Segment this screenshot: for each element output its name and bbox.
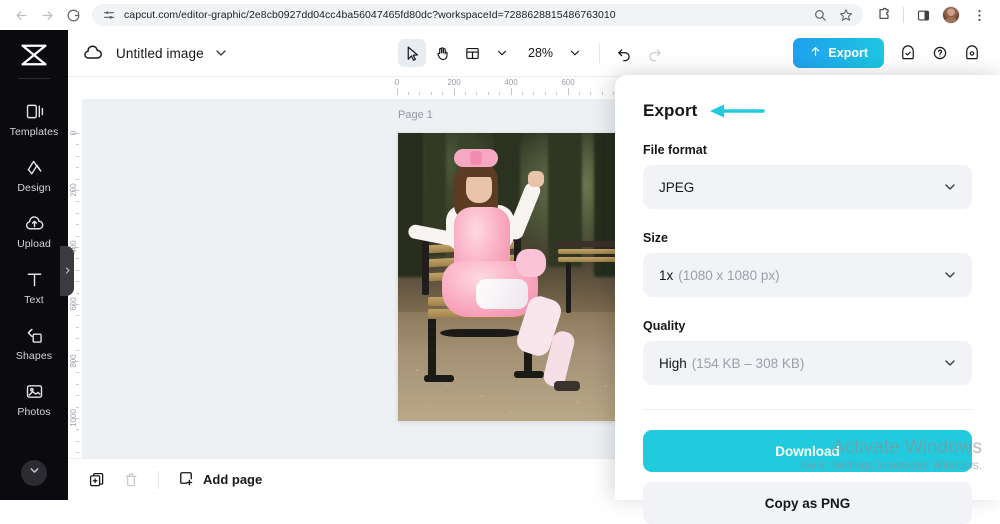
help-question-icon[interactable]: [926, 39, 954, 67]
layout-caret-button[interactable]: [488, 39, 516, 67]
export-panel: Export File format JPEG Size 1x (1080 x …: [615, 75, 1000, 500]
browser-toolbar: capcut.com/editor-graphic/2e8cb0927dd04c…: [0, 0, 1000, 30]
left-sidebar: Templates Design Upload Text Shapes: [0, 30, 68, 500]
size-select[interactable]: 1x (1080 x 1080 px): [643, 253, 972, 297]
page-label: Page 1: [398, 109, 433, 121]
trash-icon[interactable]: [116, 465, 146, 495]
sidebar-item-upload[interactable]: Upload: [0, 203, 68, 259]
editor-toolbar: Untitled image 28%: [68, 30, 1000, 77]
browser-actions: [871, 2, 992, 28]
chevron-down-icon: [942, 179, 958, 195]
size-value-detail: (1080 x 1080 px): [678, 268, 779, 283]
sidebar-item-label: Shapes: [16, 350, 52, 362]
panel-collapse-handle[interactable]: [60, 246, 74, 296]
templates-icon: [24, 101, 45, 122]
sidebar-item-label: Upload: [17, 238, 51, 250]
browser-divider: [903, 7, 904, 23]
sidebar-item-design[interactable]: Design: [0, 147, 68, 203]
file-format-value: JPEG: [659, 180, 694, 195]
add-page-icon: [177, 469, 195, 490]
add-page-button[interactable]: Add page: [171, 469, 268, 490]
sidebar-item-label: Templates: [10, 126, 59, 138]
chevron-down-icon: [28, 464, 41, 482]
shapes-icon: [24, 325, 45, 346]
export-panel-divider: [643, 409, 972, 410]
sidebar-scroll-fade: [0, 434, 68, 460]
undo-icon[interactable]: [610, 39, 638, 67]
add-page-label: Add page: [203, 472, 262, 487]
export-panel-title: Export: [643, 101, 697, 121]
design-icon: [24, 157, 45, 178]
chevron-down-icon[interactable]: [213, 45, 229, 61]
bottom-bar-divider: [158, 471, 159, 489]
ruler-h-tick-label: 400: [504, 78, 517, 87]
chevron-down-icon: [942, 267, 958, 283]
extensions-puzzle-icon[interactable]: [871, 2, 897, 28]
download-button-label: Download: [775, 444, 840, 459]
sidebar-item-label: Design: [17, 182, 50, 194]
capcut-editor-app: Templates Design Upload Text Shapes: [0, 30, 1000, 500]
sidebar-divider: [18, 78, 50, 79]
canvas-photo[interactable]: [398, 133, 626, 421]
file-format-label: File format: [643, 143, 972, 157]
check-badge-icon[interactable]: [894, 39, 922, 67]
zoom-level-value[interactable]: 28%: [518, 46, 559, 60]
sidebar-item-text[interactable]: Text: [0, 259, 68, 315]
browser-reload-button[interactable]: [60, 2, 86, 28]
duplicate-page-icon[interactable]: [82, 465, 112, 495]
address-bar-url: capcut.com/editor-graphic/2e8cb0927dd04c…: [124, 9, 616, 21]
quality-select[interactable]: High (154 KB – 308 KB): [643, 341, 972, 385]
layout-frame-icon[interactable]: [458, 39, 486, 67]
download-button[interactable]: Download: [643, 430, 972, 472]
size-label: Size: [643, 231, 972, 245]
copy-as-png-button[interactable]: Copy as PNG: [643, 482, 972, 524]
sidebar-more-button[interactable]: [21, 460, 47, 486]
sidebar-item-shapes[interactable]: Shapes: [0, 315, 68, 371]
toolbar-tools: 28%: [398, 39, 668, 67]
export-button-label: Export: [828, 46, 868, 60]
ruler-h-tick-label: 200: [447, 78, 460, 87]
ruler-h-tick-label: 600: [561, 78, 574, 87]
browser-back-button[interactable]: [8, 2, 34, 28]
left-arrow-annotation-icon: [707, 102, 765, 120]
redo-icon[interactable]: [640, 39, 668, 67]
sidebar-item-label: Photos: [17, 406, 50, 418]
toolbar-right-actions: Export: [793, 38, 986, 68]
browser-forward-button[interactable]: [34, 2, 60, 28]
export-panel-header: Export: [643, 101, 972, 121]
side-panel-icon[interactable]: [910, 2, 936, 28]
quality-value-detail: (154 KB – 308 KB): [692, 356, 805, 371]
copy-as-png-label: Copy as PNG: [765, 496, 851, 511]
quality-label: Quality: [643, 319, 972, 333]
three-dot-menu-icon[interactable]: [966, 2, 992, 28]
quality-value: High: [659, 356, 687, 371]
hand-pan-icon[interactable]: [428, 39, 456, 67]
project-title[interactable]: Untitled image: [116, 46, 204, 61]
notification-badge-icon[interactable]: [958, 39, 986, 67]
search-zoom-icon[interactable]: [813, 8, 827, 22]
size-value: 1x: [659, 268, 673, 283]
cloud-saved-icon[interactable]: [82, 42, 104, 64]
avatar[interactable]: [938, 2, 964, 28]
chevron-down-icon: [942, 355, 958, 371]
site-settings-icon[interactable]: [102, 8, 116, 22]
file-format-select[interactable]: JPEG: [643, 165, 972, 209]
upload-cloud-icon: [24, 213, 45, 234]
toolbar-divider: [599, 43, 600, 63]
star-icon[interactable]: [839, 8, 853, 22]
photos-icon: [24, 381, 45, 402]
export-button[interactable]: Export: [793, 38, 884, 68]
sidebar-item-label: Text: [24, 294, 44, 306]
text-icon: [24, 269, 45, 290]
sidebar-item-photos[interactable]: Photos: [0, 371, 68, 427]
sidebar-item-templates[interactable]: Templates: [0, 91, 68, 147]
capcut-logo-icon[interactable]: [12, 38, 56, 72]
zoom-caret-button[interactable]: [561, 39, 589, 67]
address-bar[interactable]: capcut.com/editor-graphic/2e8cb0927dd04c…: [92, 4, 863, 26]
export-up-icon: [809, 45, 822, 61]
chevron-right-icon: [63, 262, 72, 280]
cursor-select-icon[interactable]: [398, 39, 426, 67]
ruler-h-tick-label: 0: [395, 78, 399, 87]
artboard-page-1[interactable]: [398, 133, 626, 421]
